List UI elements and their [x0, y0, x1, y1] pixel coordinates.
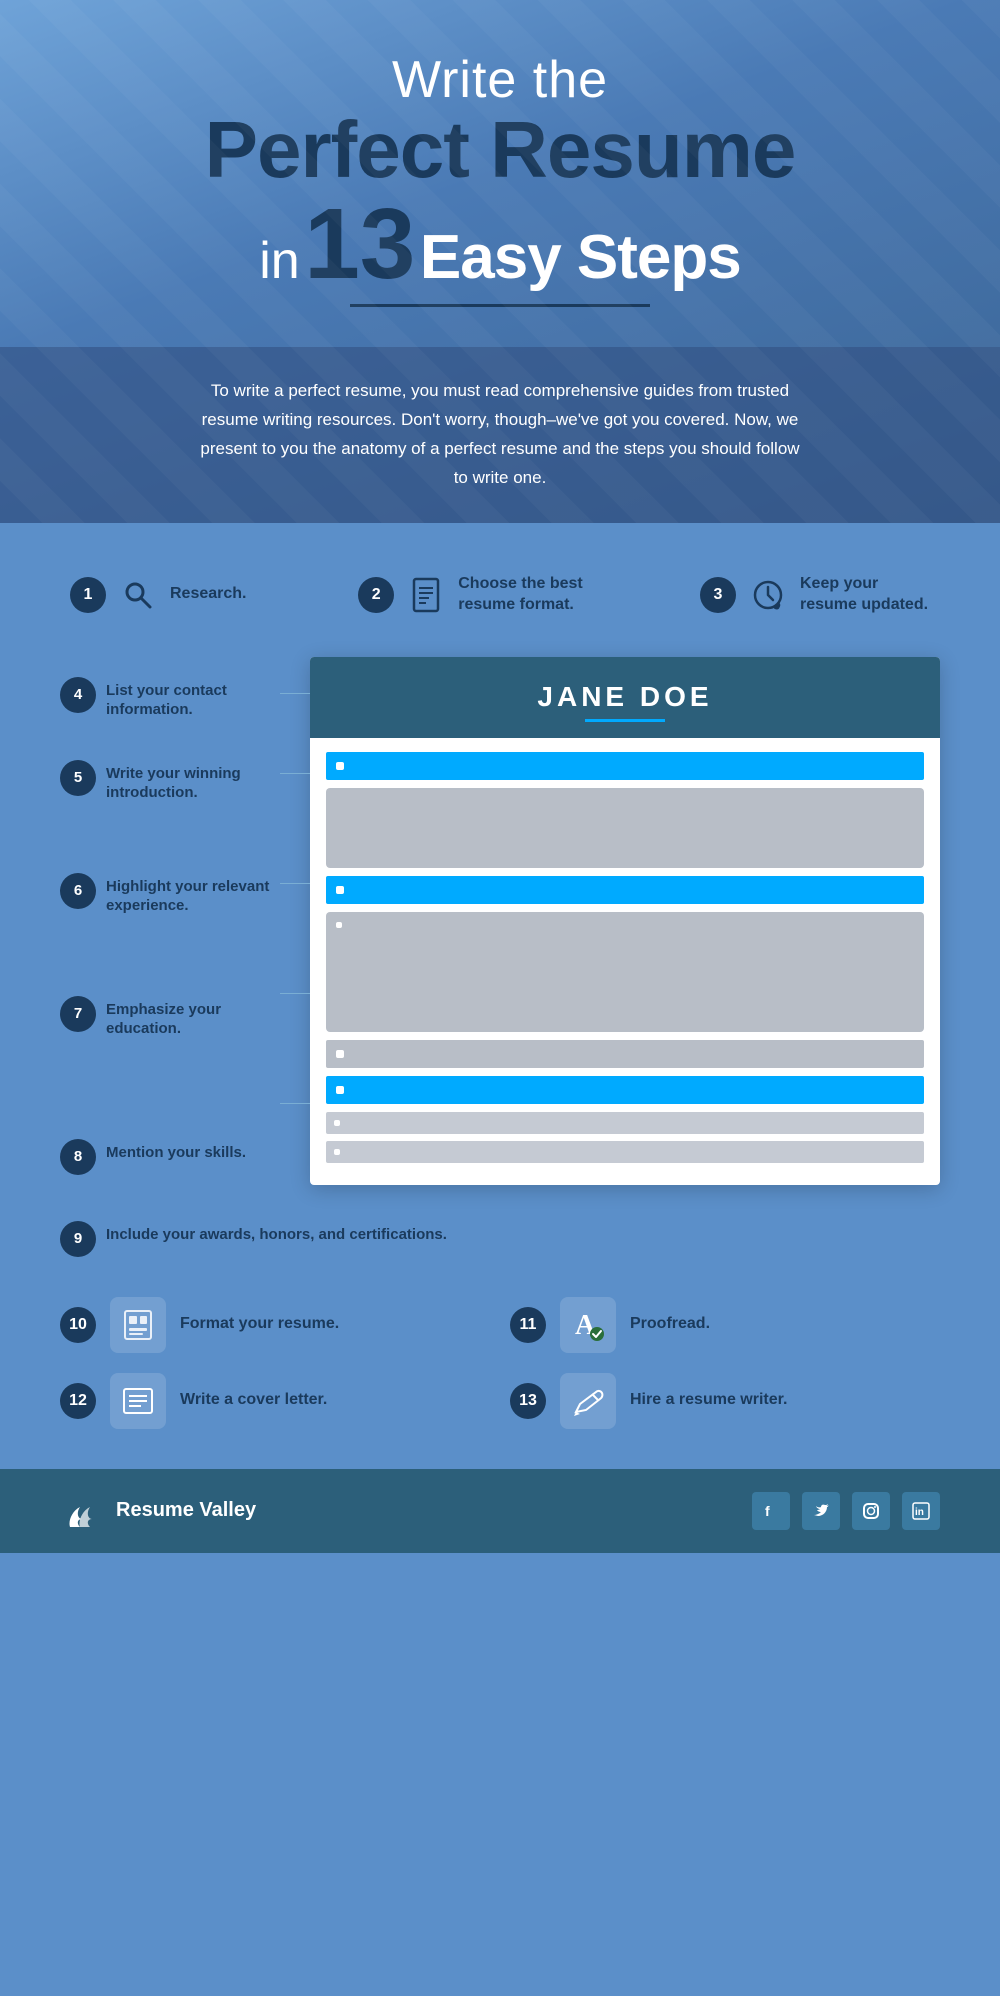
document-icon [404, 573, 448, 617]
step-3-number: 3 [700, 577, 736, 613]
step-9-number: 9 [60, 1221, 96, 1257]
step-13: 13 Hire a resume writer. [510, 1373, 940, 1429]
resume-name: JANE DOE [330, 681, 920, 713]
step-6-number: 6 [60, 873, 96, 909]
step-11-label: Proofread. [630, 1314, 710, 1335]
step-2-number: 2 [358, 577, 394, 613]
step-8-number: 8 [60, 1139, 96, 1175]
resume-education-bar [326, 1040, 924, 1068]
step-2: 2 Choose the best resume format. [358, 573, 588, 617]
twitter-icon[interactable] [802, 1492, 840, 1530]
search-icon [116, 573, 160, 617]
step-1: 1 Research. [70, 573, 247, 617]
step-5-number: 5 [60, 760, 96, 796]
step-10: 10 Format your resume. [60, 1297, 490, 1353]
step-4: 4 List your contact information. [60, 657, 270, 730]
resume-header: JANE DOE [310, 657, 940, 738]
resume-experience-bar [326, 876, 924, 904]
step-12-number: 12 [60, 1383, 96, 1419]
footer-brand: Resume Valley [60, 1489, 256, 1533]
resume-experience-text [326, 912, 924, 1032]
step-11-number: 11 [510, 1307, 546, 1343]
header-perfect: Perfect Resume [80, 110, 920, 190]
step-9: 9 Include your awards, honors, and certi… [60, 1215, 940, 1257]
header-section: Write the Perfect Resume in 13 Easy Step… [0, 0, 1000, 523]
proofread-icon: A [560, 1297, 616, 1353]
step-12: 12 Write a cover letter. [60, 1373, 490, 1429]
header-subtitle: To write a perfect resume, you must read… [200, 377, 800, 493]
facebook-icon[interactable]: f [752, 1492, 790, 1530]
footer-brand-name: Resume Valley [116, 1499, 256, 1522]
format-icon [110, 1297, 166, 1353]
social-icons: f in [752, 1492, 940, 1530]
resume-section: 4 List your contact information. 5 Write… [60, 657, 940, 1185]
instagram-icon[interactable] [852, 1492, 890, 1530]
connector-area [280, 657, 310, 1185]
resume-intro-text [326, 788, 924, 868]
header-write: Write the [80, 50, 920, 110]
step-10-number: 10 [60, 1307, 96, 1343]
resume-skill-2 [326, 1141, 924, 1163]
writer-icon [560, 1373, 616, 1429]
step-1-label: Research. [170, 584, 247, 605]
step-6: 6 Highlight your relevant experience. [60, 813, 270, 926]
step-4-number: 4 [60, 677, 96, 713]
step-11: 11 A Proofread. [510, 1297, 940, 1353]
step-9-label: Include your awards, honors, and certifi… [106, 1221, 447, 1245]
header-in: in [259, 232, 299, 290]
step-6-label: Highlight your relevant experience. [106, 873, 270, 916]
step-5-label: Write your winning introduction. [106, 760, 270, 803]
step-5: 5 Write your winning introduction. [60, 730, 270, 813]
step-4-label: List your contact information. [106, 677, 270, 720]
footer: Resume Valley f in [0, 1469, 1000, 1553]
resume-name-underline [585, 719, 665, 722]
svg-text:f: f [765, 1503, 770, 1519]
step-12-label: Write a cover letter. [180, 1390, 327, 1411]
step-13-number: 13 [510, 1383, 546, 1419]
step-7: 7 Emphasize your education. [60, 926, 270, 1049]
step-7-label: Emphasize your education. [106, 996, 270, 1039]
step-2-label: Choose the best resume format. [458, 574, 588, 616]
step-10-label: Format your resume. [180, 1314, 339, 1335]
step-8: 8 Mention your skills. [60, 1049, 270, 1185]
step-1-number: 1 [70, 577, 106, 613]
linkedin-icon[interactable]: in [902, 1492, 940, 1530]
header-easy: Easy Steps [420, 223, 741, 292]
header-num: 13 [304, 188, 415, 300]
steps-sidebar: 4 List your contact information. 5 Write… [60, 657, 280, 1185]
main-content: 1 Research. 2 Choose the [0, 523, 1000, 1469]
brand-logo-icon [60, 1489, 104, 1533]
step-13-label: Hire a resume writer. [630, 1390, 787, 1411]
resume-mockup: JANE DOE [310, 657, 940, 1185]
step-7-number: 7 [60, 996, 96, 1032]
header-divider [350, 304, 650, 307]
resume-skill-1 [326, 1112, 924, 1134]
header-subtitle-box: To write a perfect resume, you must read… [0, 347, 1000, 523]
cover-letter-icon [110, 1373, 166, 1429]
bottom-steps: 10 Format your resume. 11 A [60, 1297, 940, 1429]
svg-text:in: in [915, 1507, 924, 1518]
clock-icon [746, 573, 790, 617]
resume-intro-bar [326, 752, 924, 780]
step-3-label: Keep your resume updated. [800, 574, 930, 616]
resume-body [310, 738, 940, 1184]
top-steps-row: 1 Research. 2 Choose the [60, 573, 940, 617]
step-8-label: Mention your skills. [106, 1139, 246, 1163]
step-3: 3 Keep your resume updated. [700, 573, 930, 617]
resume-skills-bar [326, 1076, 924, 1104]
